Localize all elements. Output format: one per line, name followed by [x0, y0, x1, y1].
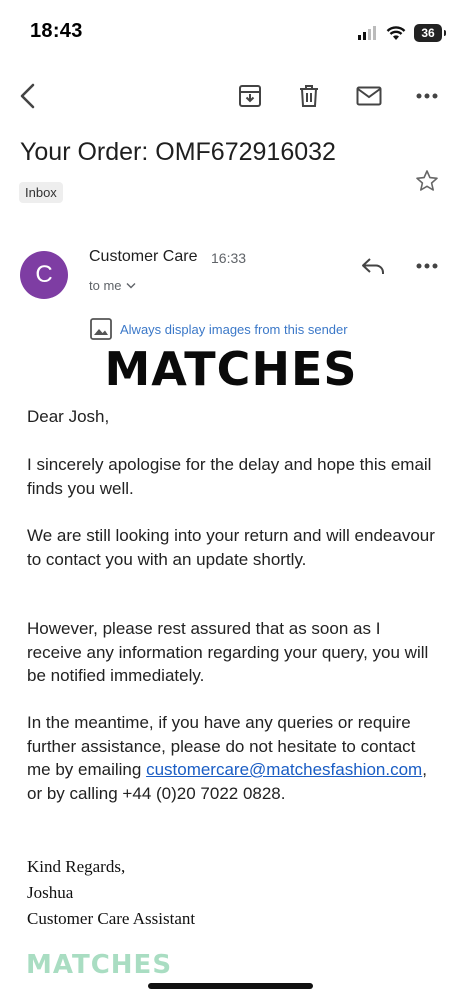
archive-button[interactable] [232, 78, 268, 114]
recipient-label: to me [89, 278, 122, 293]
star-icon [416, 170, 438, 191]
footer-brand-logo: MATCHES [26, 950, 173, 980]
signal-icon [358, 26, 376, 40]
display-images-link[interactable]: Always display images from this sender [90, 318, 348, 340]
delete-button[interactable] [291, 78, 327, 114]
contact-phone: or by calling +44 (0)20 7022 0828. [27, 783, 286, 803]
status-icons: 36 [358, 22, 446, 44]
contact-comma: , [422, 760, 427, 779]
recipient-details-toggle[interactable]: to me [89, 278, 136, 293]
image-icon [90, 318, 112, 340]
sender-name: Customer Care [89, 248, 198, 265]
back-icon [20, 83, 35, 109]
delete-icon [300, 85, 318, 107]
sent-time: 16:33 [211, 250, 247, 266]
display-images-text: Always display images from this sender [120, 321, 348, 337]
battery-icon: 36 [414, 24, 446, 42]
more-icon [416, 263, 438, 269]
signature-title: Customer Care Assistant [27, 909, 196, 928]
paragraph-reassurance: However, please rest assured that as soo… [27, 619, 429, 685]
archive-icon [239, 85, 261, 107]
paragraph-contact: In the meantime, if you have any queries… [27, 711, 437, 805]
support-email-link[interactable]: customercare@matchesfashion.com [146, 760, 422, 779]
chevron-down-icon [126, 283, 136, 289]
inbox-label[interactable]: Inbox [19, 182, 63, 203]
reply-button[interactable] [355, 248, 391, 284]
back-button[interactable] [10, 78, 46, 114]
more-options-button[interactable] [409, 78, 445, 114]
wifi-icon [386, 25, 406, 40]
mail-icon [356, 86, 382, 106]
more-icon [416, 93, 438, 99]
reply-icon [362, 258, 384, 274]
email-subject: Your Order: OMF672916032 [20, 138, 336, 166]
status-time: 18:43 [30, 20, 83, 42]
brand-logo: MATCHES [104, 342, 358, 396]
message-more-button[interactable] [409, 248, 445, 284]
sign-off: Kind Regards, [27, 857, 126, 876]
battery-level: 36 [421, 26, 435, 40]
signature-name: Joshua [27, 883, 74, 902]
paragraph-apology: I sincerely apologise for the delay and … [27, 455, 432, 498]
greeting: Dear Josh, [27, 407, 110, 426]
home-indicator[interactable] [148, 983, 313, 989]
sender-avatar[interactable]: C [20, 251, 68, 299]
star-button[interactable] [409, 163, 445, 199]
paragraph-return-status: We are still looking into your return an… [27, 526, 435, 569]
mark-unread-button[interactable] [351, 78, 387, 114]
